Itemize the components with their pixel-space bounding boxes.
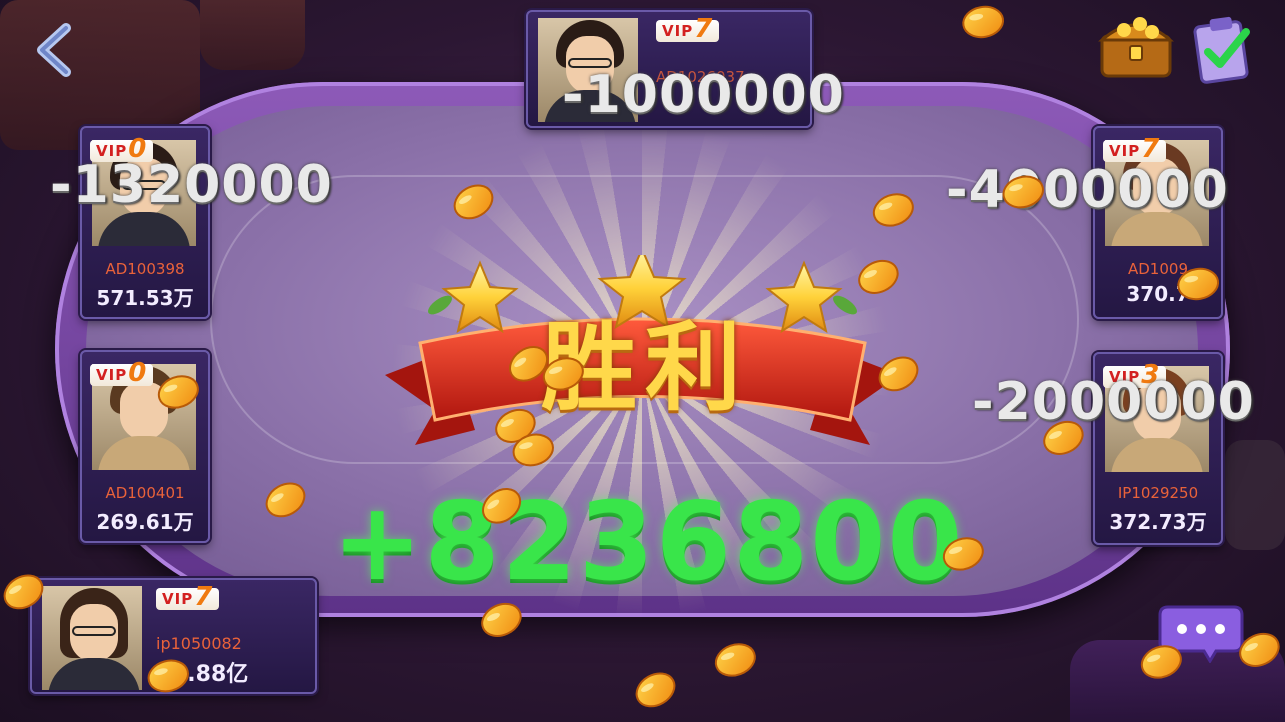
mango-coin-icon (962, 5, 1005, 39)
player-coins: 571.53万 (96, 286, 194, 310)
player-seat-right-top[interactable]: VIP7 AD1009 370.7 (1093, 126, 1223, 319)
chat-button[interactable] (1158, 603, 1244, 664)
player-seat-self[interactable]: VIP7 ip1050082 3.88亿 (30, 578, 317, 694)
player-coins: 269.61万 (96, 510, 194, 534)
score-change-left-top: -1320000 (50, 155, 333, 215)
win-score: +8236800 (332, 480, 965, 605)
player-id: AD100398 (105, 260, 185, 278)
player-seat-left-bottom[interactable]: VIP0 AD100401 269.61万 (80, 350, 210, 543)
player-id: AD1009 (1128, 260, 1188, 278)
score-change-top: -1000000 (562, 65, 845, 125)
player-coins: 372.73万 (1109, 510, 1207, 534)
player-id: ip1050082 (156, 634, 242, 653)
victory-title: 胜利 (541, 312, 749, 424)
player-coins: 3.88亿 (172, 662, 249, 687)
clipboard-check-icon (1193, 16, 1250, 84)
back-arrow-icon (37, 23, 71, 77)
tasks-button[interactable] (1192, 14, 1254, 84)
vip-badge: VIP7 (156, 584, 220, 610)
background-chair-top (200, 0, 305, 70)
background-chair-right (1225, 440, 1285, 550)
treasure-chest-icon (1098, 17, 1174, 78)
back-button[interactable] (28, 22, 80, 78)
vip-badge: VIP0 (90, 360, 154, 386)
mango-coin-icon (714, 643, 756, 677)
player-id: IP1029250 (1117, 484, 1199, 502)
player-id: AD100401 (105, 484, 185, 502)
score-change-right-bottom: -2000000 (972, 372, 1255, 432)
score-change-right-top: -4000000 (946, 160, 1229, 220)
player-coins: 370.7 (1126, 282, 1190, 306)
treasure-button[interactable] (1094, 6, 1178, 82)
chat-bubble-icon (1158, 605, 1244, 664)
vip-badge: VIP7 (656, 16, 720, 42)
vip-badge: VIP7 (1103, 136, 1167, 162)
avatar (42, 586, 142, 690)
mango-coin-icon (635, 672, 676, 708)
